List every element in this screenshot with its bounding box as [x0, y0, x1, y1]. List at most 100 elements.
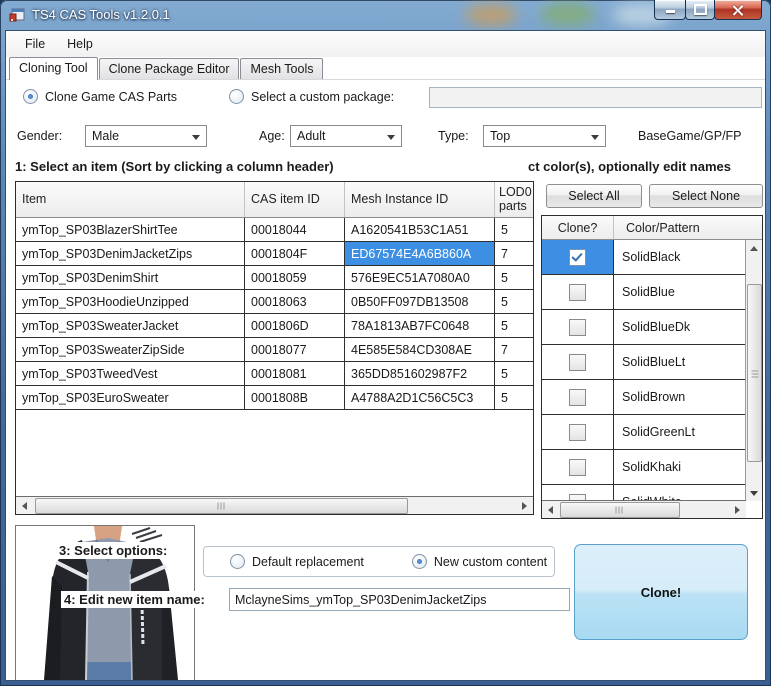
color-row[interactable]: SolidKhaki	[542, 450, 746, 485]
cas-id-cell[interactable]: 00018077	[245, 338, 345, 361]
item-name-cell[interactable]: ymTop_SP03DenimShirt	[16, 266, 245, 289]
scroll-right-button[interactable]	[516, 497, 533, 514]
color-row[interactable]: SolidWhite	[542, 485, 746, 501]
lod0-cell[interactable]: 5	[495, 266, 533, 289]
menu-help[interactable]: Help	[56, 33, 104, 55]
scroll-up-button[interactable]	[746, 240, 762, 256]
color-name-cell[interactable]: SolidGreenLt	[614, 415, 746, 449]
cas-id-cell[interactable]: 00018063	[245, 290, 345, 313]
column-header-clone[interactable]: Clone?	[542, 216, 614, 239]
item-name-cell[interactable]: ymTop_SP03HoodieUnzipped	[16, 290, 245, 313]
item-name-cell[interactable]: ymTop_SP03SweaterZipSide	[16, 338, 245, 361]
minimize-button[interactable]	[654, 0, 686, 20]
clone-button[interactable]: Clone!	[574, 544, 748, 640]
custom-package-input[interactable]	[429, 87, 762, 108]
table-row[interactable]: ymTop_SP03BlazerShirtTee 00018044 A16205…	[16, 218, 533, 242]
new-custom-content-radio[interactable]: New custom content	[411, 554, 547, 569]
color-row[interactable]: SolidBlue	[542, 275, 746, 310]
clone-checkbox[interactable]	[569, 353, 586, 371]
column-header-item[interactable]: Item	[16, 182, 245, 217]
maximize-button[interactable]	[685, 0, 715, 20]
select-all-button[interactable]: Select All	[546, 184, 642, 208]
scroll-right-button[interactable]	[729, 501, 746, 518]
color-row[interactable]: SolidBrown	[542, 380, 746, 415]
color-row[interactable]: SolidBlueDk	[542, 310, 746, 345]
clone-checkbox-cell[interactable]	[542, 415, 614, 449]
table-row[interactable]: ymTop_SP03HoodieUnzipped 00018063 0B50FF…	[16, 290, 533, 314]
mesh-id-cell[interactable]: A1620541B53C1A51	[345, 218, 495, 241]
lod0-cell[interactable]: 5	[495, 386, 533, 409]
color-name-cell[interactable]: SolidBrown	[614, 380, 746, 414]
mesh-id-cell[interactable]: 365DD851602987F2	[345, 362, 495, 385]
color-row[interactable]: SolidBlueLt	[542, 345, 746, 380]
cas-id-cell[interactable]: 00018081	[245, 362, 345, 385]
menu-file[interactable]: File	[14, 33, 56, 55]
clone-checkbox[interactable]	[569, 458, 586, 476]
color-name-cell[interactable]: SolidKhaki	[614, 450, 746, 484]
clone-checkbox-cell[interactable]	[542, 380, 614, 414]
table-row[interactable]: ymTop_SP03TweedVest 00018081 365DD851602…	[16, 362, 533, 386]
item-name-cell[interactable]: ymTop_SP03BlazerShirtTee	[16, 218, 245, 241]
clone-checkbox-cell[interactable]	[542, 450, 614, 484]
items-horizontal-scrollbar[interactable]	[16, 496, 533, 514]
scrollbar-thumb[interactable]	[560, 502, 680, 518]
color-row[interactable]: SolidBlack	[542, 240, 746, 275]
column-header-cas-id[interactable]: CAS item ID	[245, 182, 345, 217]
item-name-cell[interactable]: ymTop_SP03TweedVest	[16, 362, 245, 385]
cas-id-cell[interactable]: 0001806D	[245, 314, 345, 337]
lod0-cell[interactable]: 5	[495, 362, 533, 385]
column-header-color-pattern[interactable]: Color/Pattern	[614, 216, 746, 239]
clone-checkbox-cell[interactable]	[542, 275, 614, 309]
cas-id-cell[interactable]: 0001808B	[245, 386, 345, 409]
tab-mesh-tools[interactable]: Mesh Tools	[240, 58, 324, 79]
title-bar[interactable]: TS4 CAS Tools v1.2.0.1	[0, 0, 771, 30]
clone-checkbox-cell[interactable]	[542, 240, 614, 274]
lod0-cell[interactable]: 5	[495, 218, 533, 241]
color-row[interactable]: SolidGreenLt	[542, 415, 746, 450]
table-row[interactable]: ymTop_SP03EuroSweater 0001808B A4788A2D1…	[16, 386, 533, 410]
item-name-cell[interactable]: ymTop_SP03SweaterJacket	[16, 314, 245, 337]
item-name-cell[interactable]: ymTop_SP03EuroSweater	[16, 386, 245, 409]
lod0-cell[interactable]: 7	[495, 242, 533, 265]
close-button[interactable]	[714, 0, 762, 20]
clone-checkbox[interactable]	[569, 423, 586, 441]
custom-package-radio[interactable]: Select a custom package:	[229, 89, 394, 104]
clone-checkbox-cell[interactable]	[542, 345, 614, 379]
mesh-id-cell[interactable]: A4788A2D1C56C5C3	[345, 386, 495, 409]
new-item-name-input[interactable]	[229, 588, 570, 611]
lod0-cell[interactable]: 5	[495, 290, 533, 313]
cas-id-cell[interactable]: 00018059	[245, 266, 345, 289]
clone-checkbox[interactable]	[569, 318, 586, 336]
color-name-cell[interactable]: SolidBlue	[614, 275, 746, 309]
scroll-left-button[interactable]	[542, 501, 559, 518]
clone-checkbox[interactable]	[569, 388, 586, 406]
type-select[interactable]: Top	[483, 125, 606, 147]
cas-id-cell[interactable]: 0001804F	[245, 242, 345, 265]
tab-cloning-tool[interactable]: Cloning Tool	[9, 57, 98, 80]
scrollbar-thumb[interactable]	[747, 284, 762, 462]
gender-select[interactable]: Male	[85, 125, 207, 147]
color-name-cell[interactable]: SolidBlack	[614, 240, 746, 274]
mesh-id-cell[interactable]: 4E585E584CD308AE	[345, 338, 495, 361]
item-name-cell[interactable]: ymTop_SP03DenimJacketZips	[16, 242, 245, 265]
mesh-id-cell-selected[interactable]: ED67574E4A6B860A	[345, 242, 495, 265]
select-none-button[interactable]: Select None	[649, 184, 763, 208]
mesh-id-cell[interactable]: 0B50FF097DB13508	[345, 290, 495, 313]
mesh-id-cell[interactable]: 78A1813AB7FC0648	[345, 314, 495, 337]
scrollbar-thumb[interactable]	[35, 498, 408, 514]
clone-game-radio[interactable]: Clone Game CAS Parts	[23, 89, 177, 104]
scroll-left-button[interactable]	[16, 497, 33, 514]
colors-horizontal-scrollbar[interactable]	[542, 500, 746, 518]
lod0-cell[interactable]: 5	[495, 314, 533, 337]
lod0-cell[interactable]: 7	[495, 338, 533, 361]
clone-checkbox[interactable]	[569, 283, 586, 301]
age-select[interactable]: Adult	[290, 125, 402, 147]
clone-checkbox-cell[interactable]	[542, 310, 614, 344]
cas-id-cell[interactable]: 00018044	[245, 218, 345, 241]
tab-clone-package-editor[interactable]: Clone Package Editor	[98, 58, 240, 79]
table-row-selected[interactable]: ymTop_SP03DenimJacketZips 0001804F ED675…	[16, 242, 533, 266]
column-header-mesh-id[interactable]: Mesh Instance ID	[345, 182, 495, 217]
table-row[interactable]: ymTop_SP03SweaterZipSide 00018077 4E585E…	[16, 338, 533, 362]
colors-vertical-scrollbar[interactable]	[745, 240, 762, 501]
color-name-cell[interactable]: SolidWhite	[614, 485, 746, 501]
